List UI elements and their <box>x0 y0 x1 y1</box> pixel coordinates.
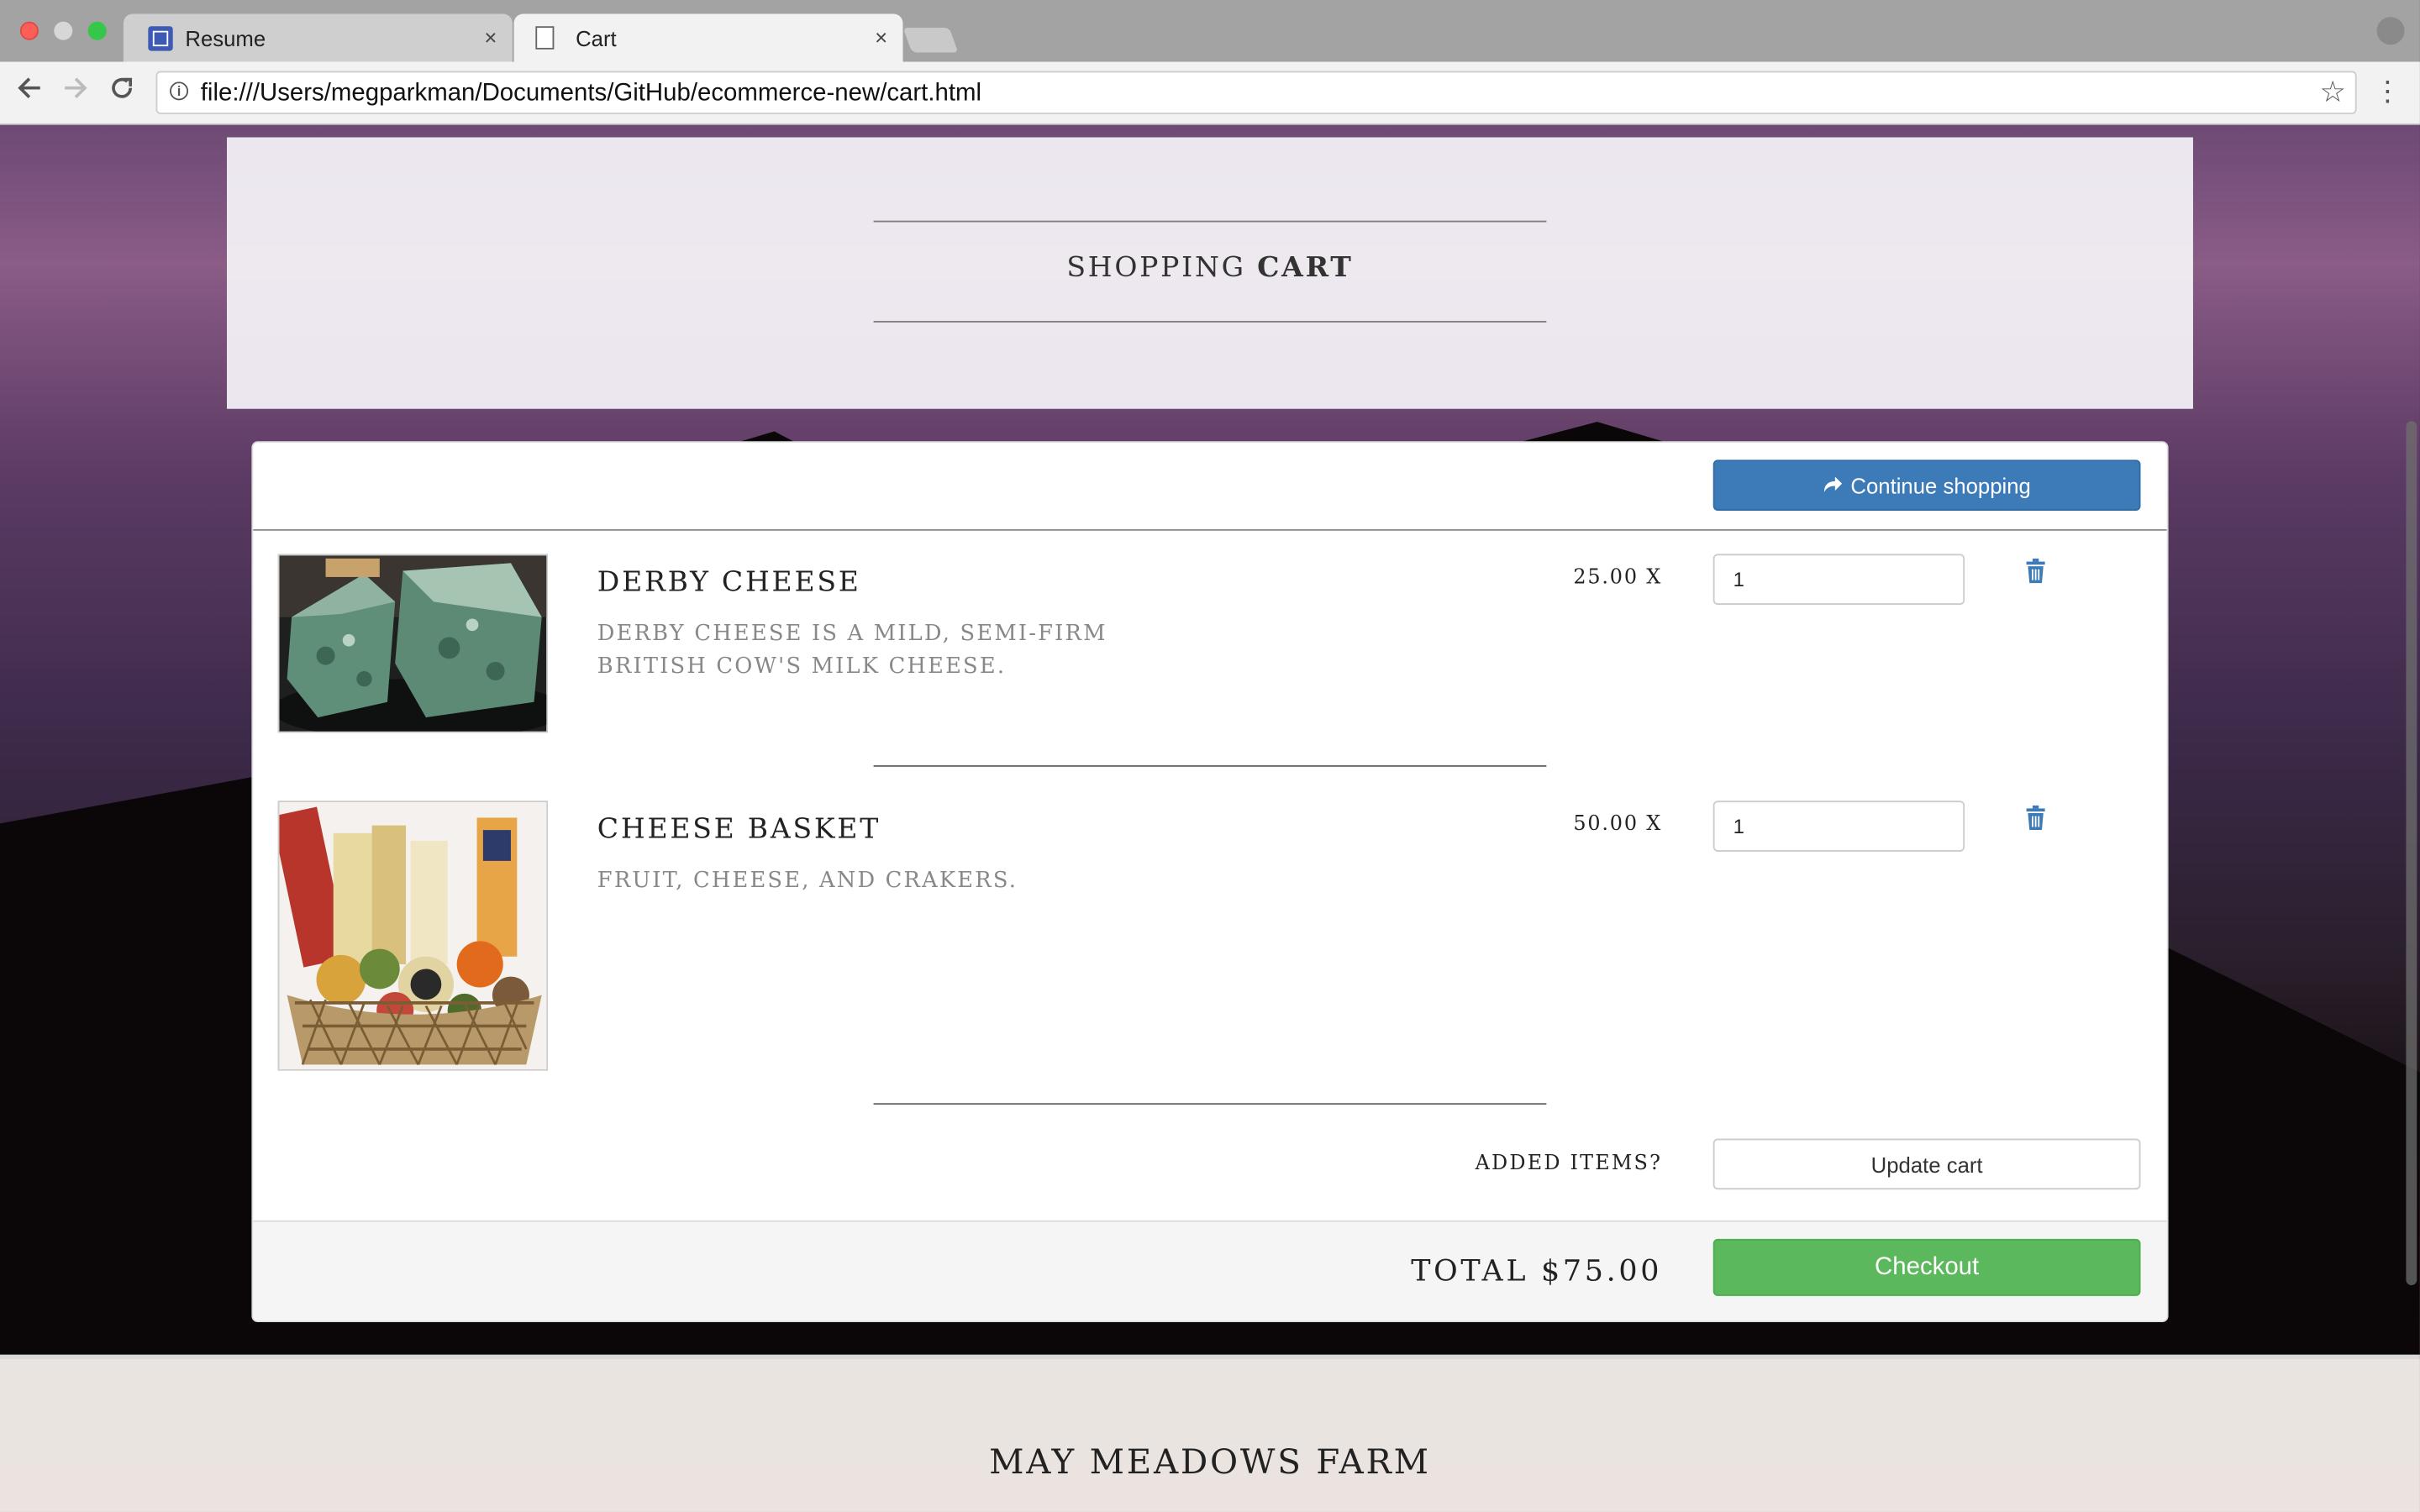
forward-arrow-icon[interactable] <box>61 74 89 109</box>
window-close-button[interactable] <box>19 21 39 40</box>
url-text[interactable]: file:///Users/megparkman/Documents/GitHu… <box>201 81 981 108</box>
added-items-label: ADDED ITEMS? <box>1475 1152 1663 1176</box>
page-scrollbar[interactable] <box>2402 125 2420 1512</box>
cheese-basket-image <box>277 801 549 1071</box>
cart-total: TOTAL $75.00 <box>1411 1254 1663 1289</box>
address-bar[interactable]: i file:///Users/megparkman/Documents/Git… <box>155 71 2357 114</box>
new-tab-button[interactable] <box>902 28 959 53</box>
page-title-light: SHOPPING <box>1066 251 1258 284</box>
info-icon[interactable]: i <box>170 81 189 101</box>
browser-tabstrip: Resume × Cart × <box>0 0 2420 62</box>
reload-icon[interactable] <box>108 74 136 109</box>
page-title: SHOPPING CART <box>227 251 2193 284</box>
header-top-rule <box>873 220 1547 223</box>
trash-icon[interactable] <box>2025 805 2047 831</box>
quantity-input[interactable] <box>1712 801 1965 852</box>
tab-title: Resume <box>185 26 266 51</box>
tab-close-icon[interactable]: × <box>484 24 497 49</box>
update-cart-button[interactable]: Update cart <box>1712 1138 2141 1190</box>
trash-icon[interactable] <box>2025 558 2047 584</box>
item-name: DERBY CHEESE <box>597 566 861 599</box>
cart-panel-footer: TOTAL $75.00 Checkout <box>253 1220 2167 1321</box>
item-divider <box>873 1103 1547 1105</box>
tab-title: Cart <box>576 26 617 51</box>
tab-resume[interactable]: Resume × <box>123 13 513 62</box>
tab-close-icon[interactable]: × <box>875 24 887 49</box>
browser-toolbar: i file:///Users/megparkman/Documents/Git… <box>0 61 2420 125</box>
share-arrow-icon <box>1823 473 1843 497</box>
page-viewport: SHOPPING CART Continue shopping DERBY CH… <box>0 124 2420 1512</box>
scrollbar-thumb[interactable] <box>2406 421 2417 1285</box>
window-zoom-button[interactable] <box>87 21 107 40</box>
tab-cart[interactable]: Cart × <box>513 13 903 62</box>
checkout-button[interactable]: Checkout <box>1712 1238 2141 1296</box>
quantity-input[interactable] <box>1712 554 1965 605</box>
document-icon <box>535 26 555 50</box>
page-title-bold: CART <box>1257 251 1354 284</box>
resume-favicon-icon <box>148 26 173 51</box>
item-divider <box>873 765 1547 767</box>
derby-cheese-image <box>277 554 549 733</box>
item-price: 25.00 X <box>1573 566 1663 590</box>
footer-title: MAY MEADOWS FARM <box>989 1444 1431 1483</box>
browser-menu-icon[interactable]: ⋮ <box>2374 76 2402 107</box>
item-description: Fruit, cheese, and crakers. <box>597 869 1018 894</box>
item-price: 50.00 X <box>1573 812 1663 837</box>
back-arrow-icon[interactable] <box>15 74 43 109</box>
cart-panel-header: Continue shopping <box>253 443 2167 531</box>
item-name: CHEESE BASKET <box>597 812 881 846</box>
bookmark-star-icon[interactable]: ☆ <box>2319 76 2345 111</box>
window-minimize-button[interactable] <box>54 21 73 40</box>
page-footer: MAY MEADOWS FARM <box>0 1354 2420 1512</box>
page-header: SHOPPING CART <box>226 137 2193 409</box>
profile-icon[interactable] <box>2376 17 2405 45</box>
header-bottom-rule <box>873 321 1547 323</box>
continue-shopping-label: Continue shopping <box>1850 472 2031 498</box>
item-description: Derby cheese is a mild, semi-firm Britis… <box>597 622 1107 680</box>
cart-panel: Continue shopping DERBY CHEESE DERBY CHE… <box>251 441 2169 1323</box>
continue-shopping-button[interactable]: Continue shopping <box>1712 459 2141 511</box>
